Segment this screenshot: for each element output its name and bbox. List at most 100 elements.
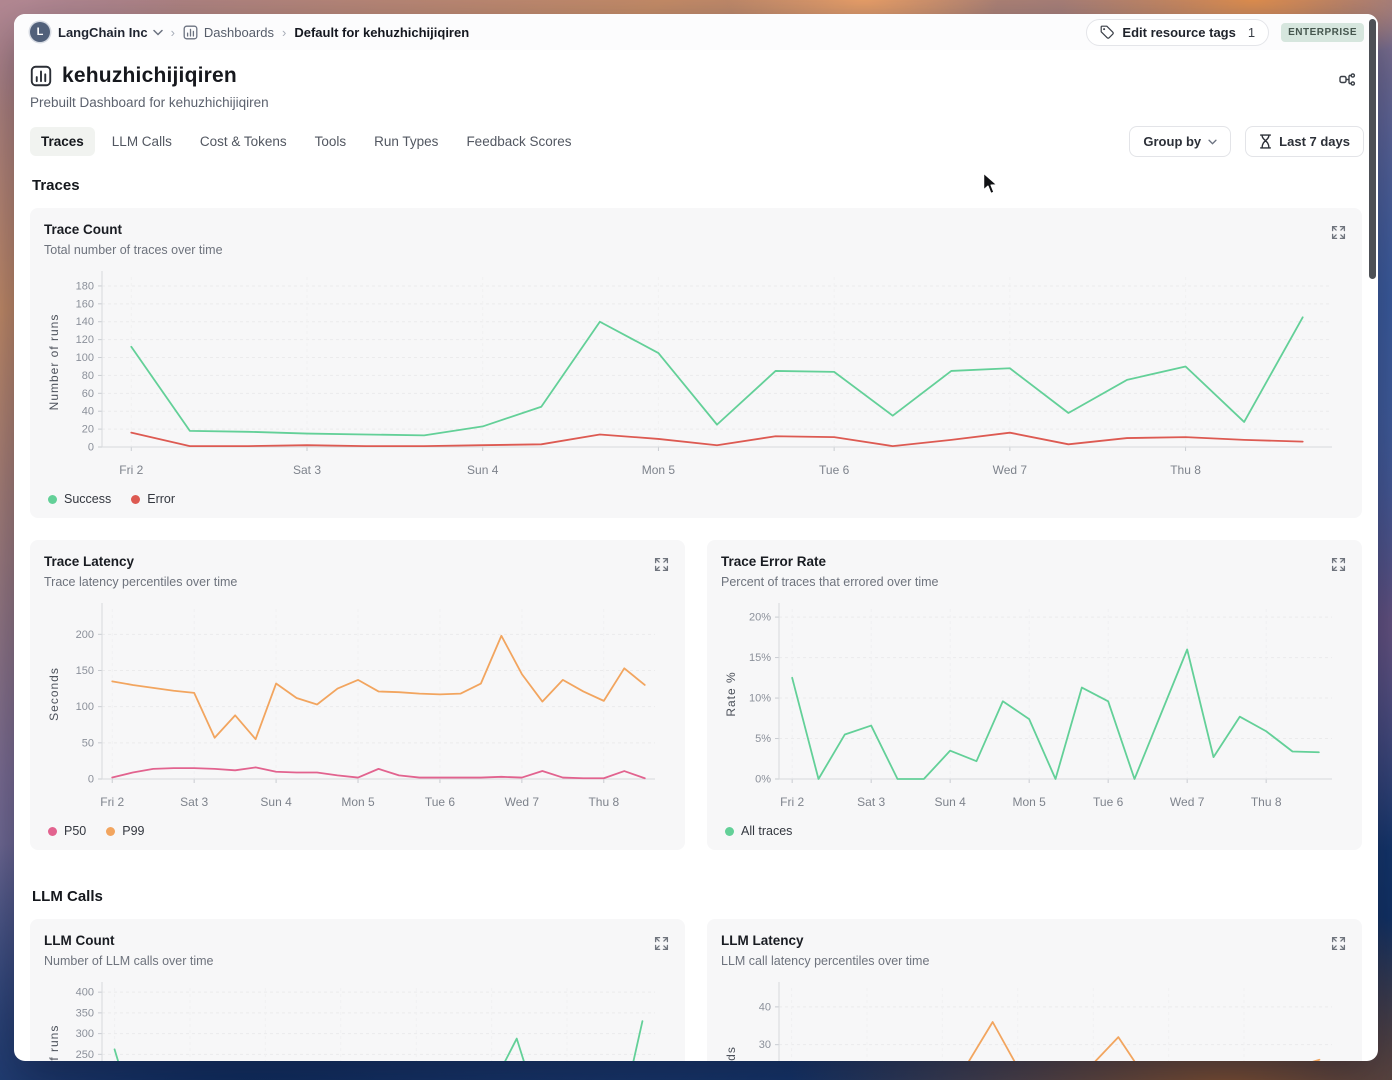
app-window: L LangChain Inc › Dashboards › Default f…	[14, 14, 1378, 1061]
svg-text:20%: 20%	[749, 612, 771, 624]
svg-text:Rate %: Rate %	[724, 671, 738, 716]
svg-text:Number of runs: Number of runs	[47, 314, 61, 411]
dashboard-content: Traces Trace Count Total number of trace…	[14, 157, 1378, 1061]
chart-controls: Group by Last 7 days	[1129, 126, 1364, 157]
page-title: kehuzhichijiqiren	[62, 64, 237, 87]
svg-text:300: 300	[76, 1028, 94, 1040]
tab-run-types[interactable]: Run Types	[363, 127, 449, 156]
svg-text:Number of runs: Number of runs	[47, 1025, 61, 1061]
section-heading-traces: Traces	[32, 177, 80, 194]
card-subtitle: Total number of traces over time	[44, 243, 223, 257]
breadcrumb-dashboards[interactable]: Dashboards	[183, 25, 274, 40]
legend-label: Success	[64, 492, 112, 506]
svg-text:Tue 6: Tue 6	[1093, 795, 1124, 809]
legend-item-success[interactable]: Success	[48, 492, 111, 506]
svg-text:Sat 3: Sat 3	[180, 795, 208, 809]
svg-text:Tue 6: Tue 6	[425, 795, 456, 809]
card-title: LLM Latency	[721, 933, 804, 948]
legend-item-p50[interactable]: P50	[48, 824, 86, 838]
expand-icon[interactable]	[649, 931, 673, 955]
svg-text:Fri 2: Fri 2	[780, 795, 804, 809]
legend-label: P50	[64, 824, 87, 838]
svg-text:Tue 6: Tue 6	[819, 463, 850, 477]
expand-icon[interactable]	[1326, 931, 1350, 955]
svg-text:140: 140	[76, 316, 94, 328]
svg-text:120: 120	[76, 334, 94, 346]
edit-resource-tags-count: 1	[1247, 24, 1256, 40]
expand-icon	[654, 936, 668, 950]
tab-list: Traces LLM Calls Cost & Tokens Tools Run Typ…	[30, 127, 1129, 156]
page-header: kehuzhichijiqiren Prebuilt Dashboard for…	[14, 50, 1378, 110]
breadcrumb-current-page: Default for kehuzhichijiqiren	[294, 24, 470, 40]
org-avatar[interactable]: L	[30, 22, 50, 42]
expand-icon	[1331, 557, 1345, 571]
svg-text:Wed 7: Wed 7	[505, 795, 540, 809]
svg-text:160: 160	[76, 298, 94, 310]
legend-item-error[interactable]: Error	[131, 492, 175, 506]
org-name: LangChain Inc	[58, 24, 148, 40]
legend-dot	[131, 494, 141, 504]
svg-text:Mon 5: Mon 5	[1012, 795, 1046, 809]
card-subtitle: Number of LLM calls over time	[44, 954, 214, 968]
svg-text:15%: 15%	[749, 652, 771, 664]
svg-text:Sat 3: Sat 3	[293, 463, 321, 477]
org-switcher[interactable]: LangChain Inc	[58, 25, 163, 40]
chart-svg-llm-count: 050100150200250300350400Fri 2Sat 3Sun 4M…	[47, 982, 655, 1061]
edit-resource-tags-button[interactable]: Edit resource tags 1	[1086, 18, 1270, 46]
tab-llm-calls[interactable]: LLM Calls	[101, 127, 183, 156]
svg-text:Mon 5: Mon 5	[642, 463, 676, 477]
expand-icon[interactable]	[1326, 220, 1350, 244]
chart-legend: All traces	[725, 824, 1348, 838]
card-title: LLM Count	[44, 933, 115, 948]
plan-badge: ENTERPRISE	[1281, 22, 1364, 42]
svg-text:Fri 2: Fri 2	[100, 795, 124, 809]
svg-text:Thu 8: Thu 8	[1251, 795, 1282, 809]
tab-traces[interactable]: Traces	[30, 127, 95, 156]
svg-text:400: 400	[76, 987, 94, 999]
svg-text:100: 100	[76, 352, 94, 364]
chart-svg-trace-latency: 0 50 100 150 200 Fri 2 Sat 3 Sun 4 Mon 5 Tue 6 Wed…	[47, 603, 655, 809]
dashboard-chart-icon	[183, 25, 198, 39]
group-by-label: Group by	[1143, 134, 1202, 149]
breadcrumb-bar: L LangChain Inc › Dashboards › Default f…	[14, 14, 1378, 50]
group-by-button[interactable]: Group by	[1129, 126, 1232, 157]
chart-svg-trace-count: 0 20 40 60 80 100 120 140 160 180 Fri 2 Sat 3 Sun 4 M…	[47, 271, 1332, 477]
expand-icon[interactable]	[649, 552, 673, 576]
expand-icon[interactable]	[1326, 552, 1350, 576]
svg-text:Seconds: Seconds	[724, 1046, 738, 1061]
svg-text:Fri 2: Fri 2	[119, 463, 143, 477]
tab-cost-tokens[interactable]: Cost & Tokens	[189, 127, 298, 156]
svg-text:Sun 4: Sun 4	[260, 795, 292, 809]
flow-tree-icon-button[interactable]	[1332, 64, 1362, 94]
card-trace-count: Trace Count Total number of traces over …	[30, 208, 1362, 518]
topbar-actions: Edit resource tags 1 ENTERPRISE	[1086, 18, 1364, 46]
svg-text:40: 40	[759, 1001, 771, 1013]
edit-resource-tags-label: Edit resource tags	[1122, 24, 1236, 40]
time-range-button[interactable]: Last 7 days	[1245, 126, 1364, 157]
svg-text:Sat 3: Sat 3	[857, 795, 885, 809]
svg-text:100: 100	[76, 701, 94, 713]
legend-item-all-traces[interactable]: All traces	[725, 824, 792, 838]
card-title: Trace Latency	[44, 554, 135, 569]
expand-icon	[654, 557, 668, 571]
svg-text:0%: 0%	[755, 774, 771, 786]
svg-text:Thu 8: Thu 8	[588, 795, 619, 809]
breadcrumb-separator: ›	[282, 24, 287, 40]
legend-item-p99[interactable]: P99	[106, 824, 145, 838]
legend-dot	[725, 826, 734, 836]
chart-svg-trace-error-rate: 0% 5% 10% 15% 20% Fri 2 Sat 3 Sun 4 Mon 5 Tue 6 We…	[724, 603, 1332, 809]
chart-trace-error-rate: 0% 5% 10% 15% 20% Fri 2 Sat 3 Sun 4 Mon 5 Tue 6 We…	[721, 597, 1348, 838]
scrollbar-thumb[interactable]	[1369, 19, 1376, 279]
tab-feedback-scores[interactable]: Feedback Scores	[455, 127, 582, 156]
time-range-label: Last 7 days	[1279, 134, 1350, 149]
breadcrumb-dashboards-label: Dashboards	[203, 24, 275, 40]
svg-text:30: 30	[759, 1039, 771, 1051]
svg-text:Mon 5: Mon 5	[341, 795, 375, 809]
svg-text:60: 60	[82, 388, 94, 400]
dashboard-chart-icon	[30, 65, 52, 87]
tab-tools[interactable]: Tools	[304, 127, 358, 156]
chart-trace-count: 0 20 40 60 80 100 120 140 160 180 Fri 2 Sat 3 Sun 4 M…	[44, 265, 1348, 506]
legend-dot	[48, 826, 57, 836]
svg-text:40: 40	[82, 406, 94, 418]
card-llm-count: LLM Count Number of LLM calls over time …	[30, 919, 685, 1061]
